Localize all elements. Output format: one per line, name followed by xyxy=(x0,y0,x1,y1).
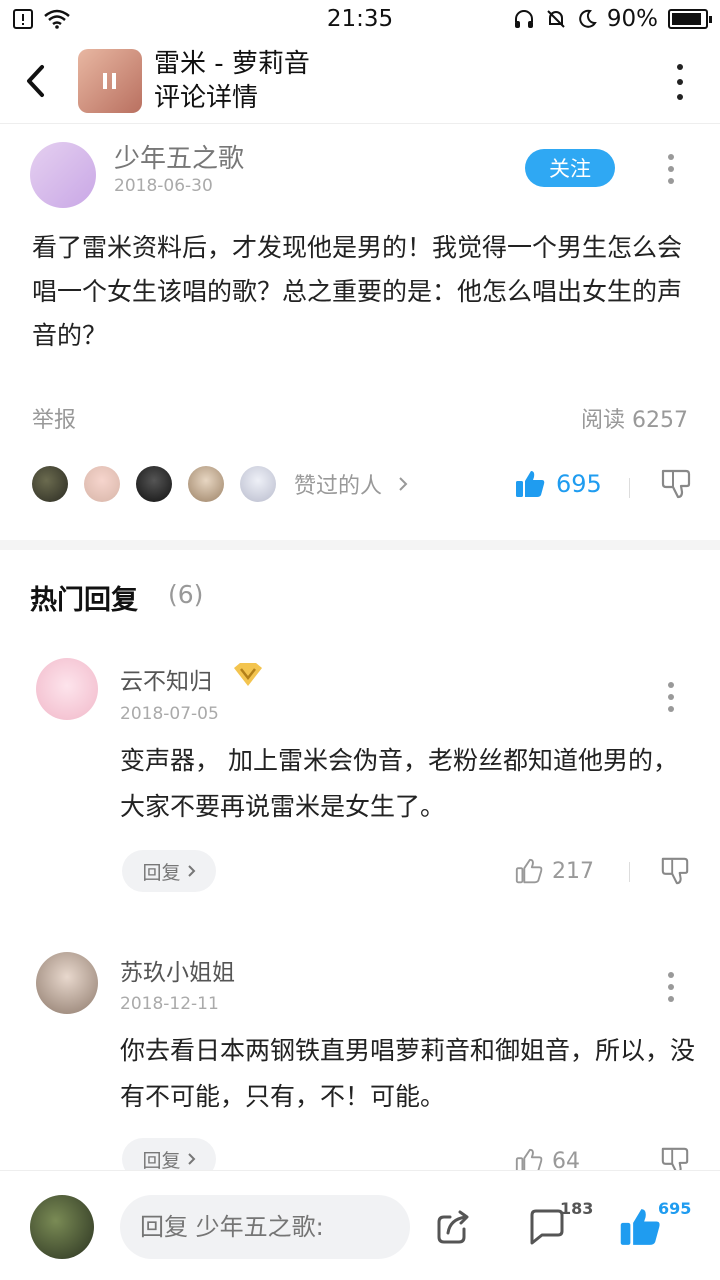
report-link[interactable]: 举报 xyxy=(32,402,76,434)
liker-avatar xyxy=(188,466,224,502)
comment-more-button[interactable] xyxy=(661,154,681,184)
header: 雷米 - 萝莉音 评论详情 xyxy=(0,38,720,124)
follow-button[interactable]: 关注 xyxy=(525,149,615,187)
thumbs-down-icon xyxy=(661,469,691,499)
reply-more-button[interactable] xyxy=(661,972,681,1002)
section-divider xyxy=(0,540,720,550)
reply-avatar[interactable] xyxy=(36,952,98,1014)
song-title: 雷米 - 萝莉音 xyxy=(154,48,310,79)
comment-dislike-button[interactable] xyxy=(660,468,692,504)
dot xyxy=(668,694,674,700)
reply-author[interactable]: 云不知归 xyxy=(120,662,212,696)
back-button[interactable] xyxy=(0,38,70,124)
chevron-left-icon xyxy=(27,64,44,97)
my-avatar[interactable] xyxy=(30,1195,94,1259)
reply-button-label: 回复 xyxy=(142,861,181,884)
likers-label: 赞过的人 xyxy=(294,474,383,499)
reply-input[interactable] xyxy=(120,1195,410,1259)
reply-avatar[interactable] xyxy=(36,658,98,720)
dot xyxy=(668,166,674,172)
liker-avatar xyxy=(32,466,68,502)
reply-date: 2018-12-11 xyxy=(120,994,219,1014)
comment-text: 看了雷米资料后，才发现他是男的！我觉得一个男生怎么会唱一个女生该唱的歌？总之重要… xyxy=(32,233,683,350)
thumbs-up-filled-icon xyxy=(620,1209,660,1245)
author-avatar[interactable] xyxy=(30,142,96,208)
reply-more-button[interactable] xyxy=(661,682,681,712)
battery-icon xyxy=(668,9,712,29)
comment-like-button[interactable]: 695 xyxy=(514,468,602,500)
reply-button[interactable]: 回复 xyxy=(122,850,216,892)
reply-author[interactable]: 苏玖小姐姐 xyxy=(120,953,235,987)
dot xyxy=(668,682,674,688)
share-icon xyxy=(437,1210,469,1244)
reply-dislike-button[interactable] xyxy=(660,856,690,890)
likers-row[interactable]: 赞过的人 xyxy=(32,466,408,502)
dot xyxy=(677,94,683,100)
battery-fill xyxy=(672,13,701,25)
divider xyxy=(629,478,630,498)
liker-avatar xyxy=(240,466,276,502)
dot xyxy=(668,972,674,978)
comment-date: 2018-06-30 xyxy=(114,176,213,196)
dot xyxy=(677,79,683,85)
read-count: 阅读 6257 xyxy=(581,408,688,433)
song-cover[interactable] xyxy=(78,48,142,113)
chevron-right-icon xyxy=(399,477,408,491)
reply-text: 变声器， 加上雷米会伪音，老粉丝都知道他男的，大家不要再说雷米是女生了。 xyxy=(120,746,678,821)
bottom-bar: 183 695 xyxy=(0,1170,720,1280)
reply-like-count: 217 xyxy=(552,858,594,884)
like-button[interactable] xyxy=(618,1205,662,1253)
chevron-right-icon xyxy=(187,865,195,877)
divider xyxy=(629,862,630,882)
hot-replies-title: 热门回复 xyxy=(30,585,138,616)
liker-avatar xyxy=(136,466,172,502)
thumbs-up-filled-icon xyxy=(516,471,545,497)
header-titles: 雷米 - 萝莉音 评论详情 xyxy=(154,47,310,115)
hot-replies-count: (6) xyxy=(168,580,204,609)
thumbs-down-icon xyxy=(661,857,689,885)
comment-like-count: 695 xyxy=(556,470,602,498)
liker-avatar xyxy=(84,466,120,502)
author-name[interactable]: 少年五之歌 xyxy=(114,138,244,175)
dot xyxy=(677,64,683,70)
page-title: 评论详情 xyxy=(154,82,259,113)
thumbs-up-icon xyxy=(515,858,543,884)
reply-button-label: 回复 xyxy=(142,1149,181,1172)
reply-text: 你去看日本两钢铁直男唱萝莉音和御姐音，所以，没有不可能，只有，不！可能。 xyxy=(120,1036,696,1111)
dot xyxy=(668,154,674,160)
status-time: 21:35 xyxy=(326,6,394,32)
status-bar: 21:35 90% xyxy=(0,0,720,38)
share-button[interactable] xyxy=(434,1207,474,1251)
pause-icon xyxy=(103,72,116,89)
header-more-button[interactable] xyxy=(670,64,690,100)
dot xyxy=(668,984,674,990)
dot xyxy=(668,178,674,184)
reply-like-button[interactable]: 217 xyxy=(514,856,594,886)
like-count-badge: 695 xyxy=(658,1199,692,1218)
comment-count-badge: 183 xyxy=(560,1199,594,1218)
vip-badge-icon xyxy=(234,663,262,686)
reply-date: 2018-07-05 xyxy=(120,704,219,724)
chevron-right-icon xyxy=(187,1153,195,1165)
dot xyxy=(668,706,674,712)
dot xyxy=(668,996,674,1002)
